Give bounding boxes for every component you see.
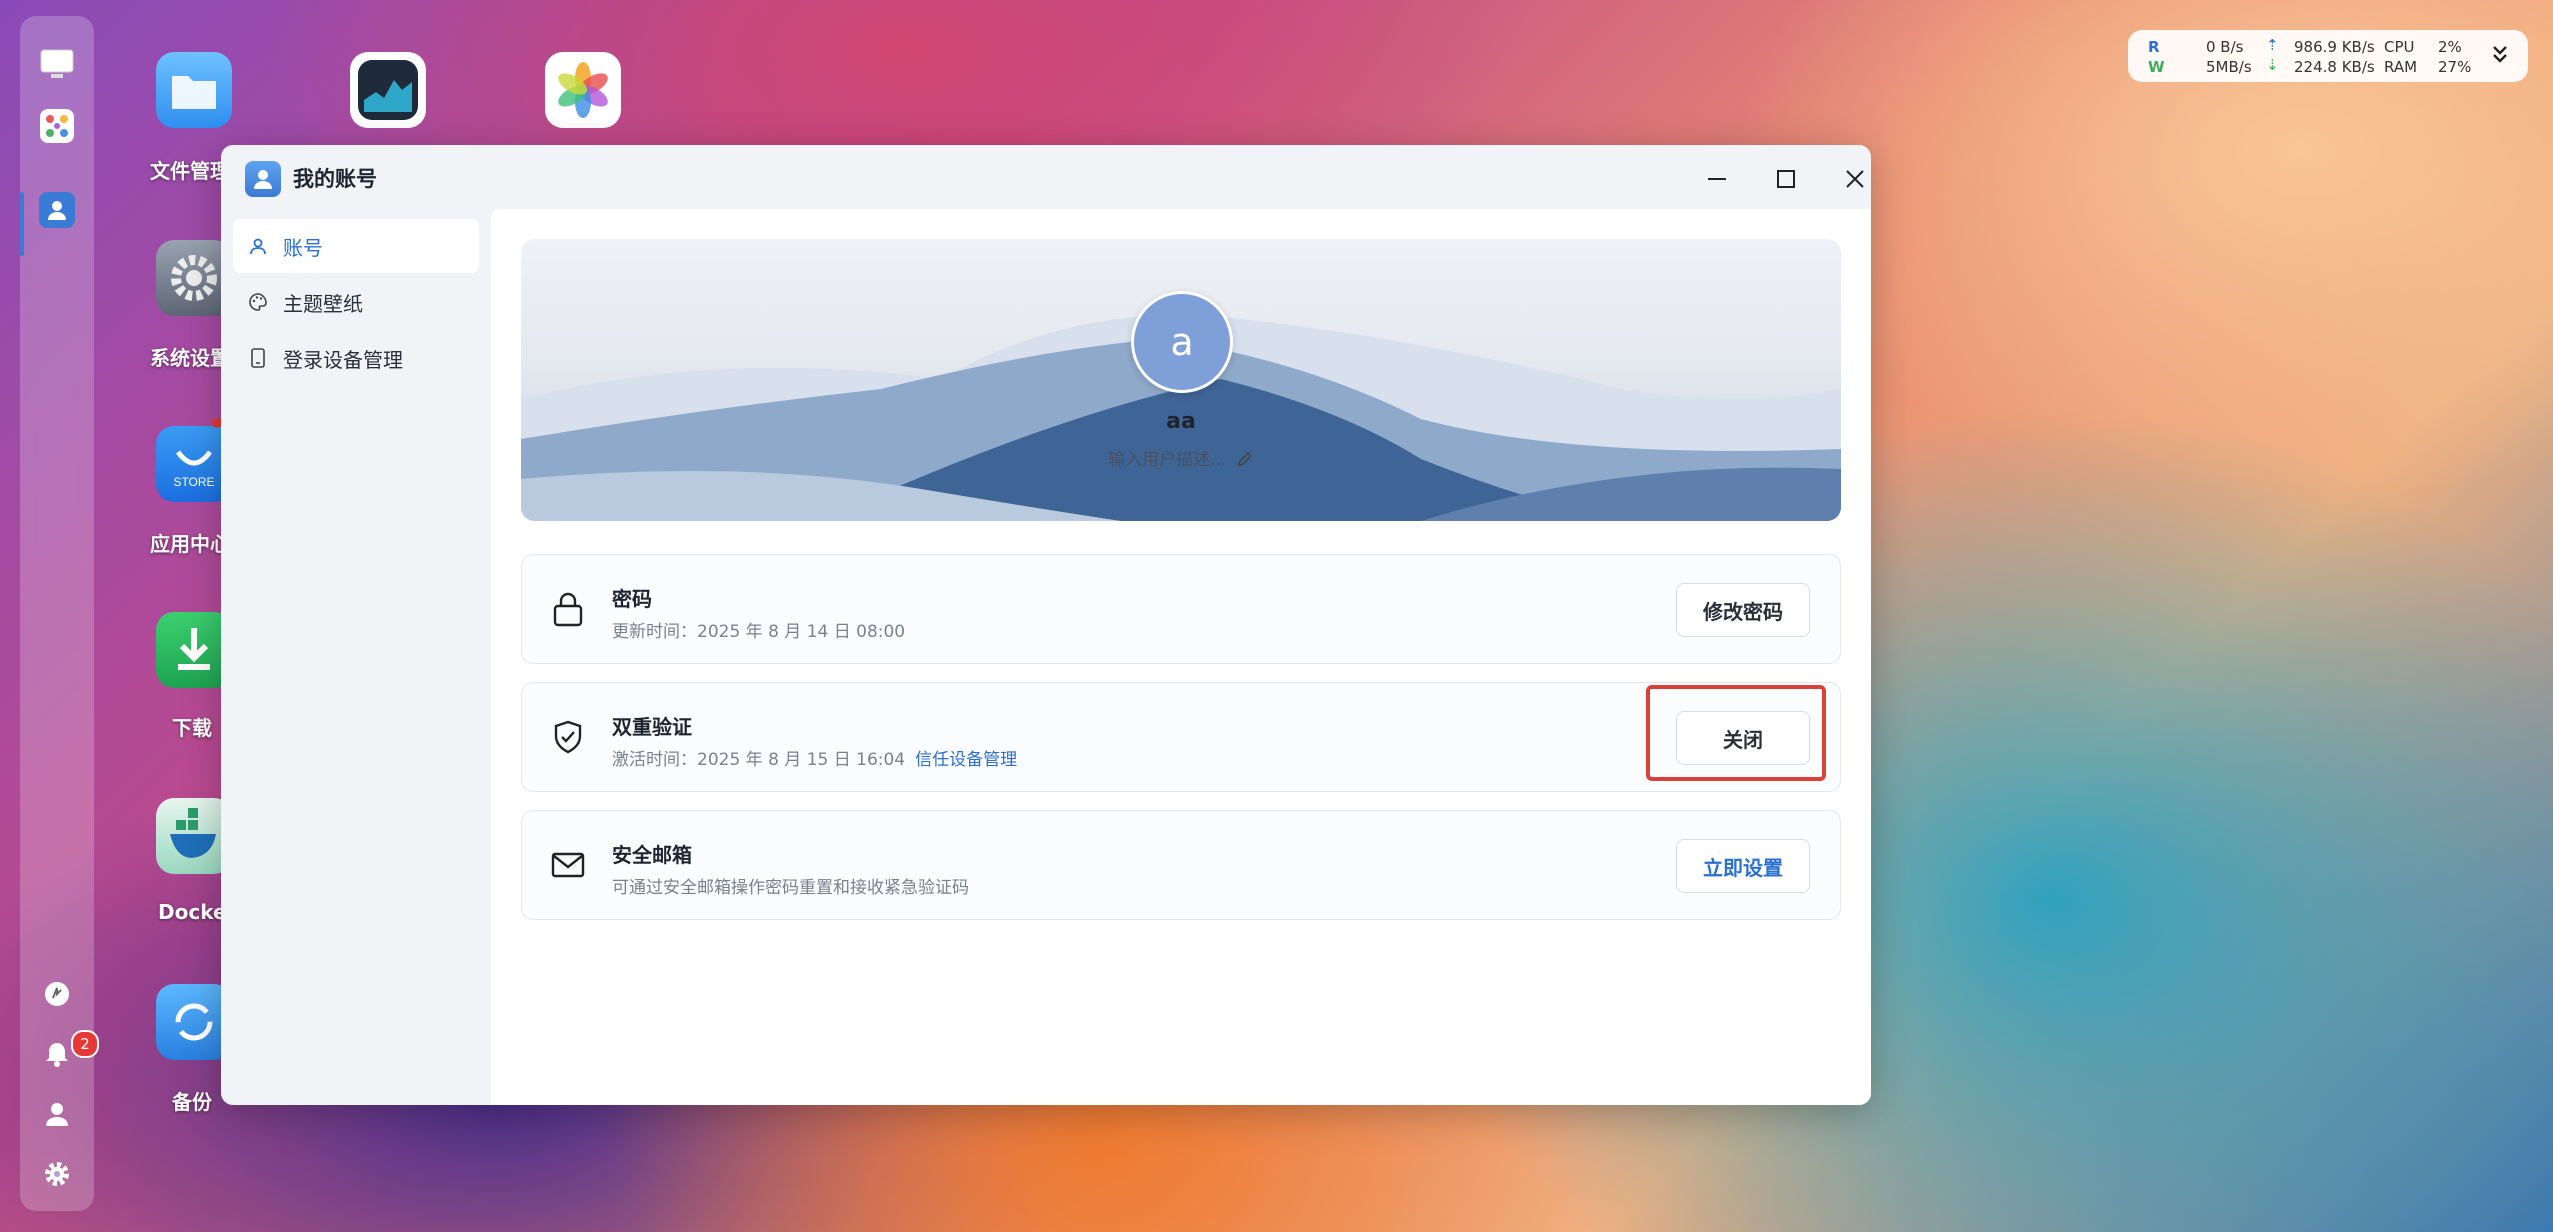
desktop-icon[interactable]	[39, 46, 75, 82]
sidebar-item-device-management[interactable]: 登录设备管理	[233, 331, 479, 385]
chevron-down-icon[interactable]	[2490, 42, 2510, 70]
photos-icon[interactable]	[545, 52, 621, 128]
card-title: 双重验证	[612, 715, 692, 739]
username: aa	[1166, 409, 1196, 434]
notification-bell-icon[interactable]: 2	[39, 1030, 99, 1072]
download-rate: 224.8 KB/s	[2294, 58, 2375, 76]
download-arrow-icon: ⇣	[2266, 56, 2279, 74]
trusted-devices-link[interactable]: 信任设备管理	[915, 750, 1017, 770]
sidebar-item-label: 主题壁纸	[283, 291, 363, 316]
password-card: 密码 更新时间：2025 年 8 月 14 日 08:00 修改密码	[521, 554, 1841, 664]
read-label: R	[2148, 38, 2160, 56]
minimize-button[interactable]	[1697, 159, 1737, 199]
write-label: W	[2148, 58, 2165, 76]
left-dock: 2	[20, 16, 99, 1211]
shield-check-icon	[548, 717, 588, 757]
avatar[interactable]: a	[1131, 291, 1233, 393]
mail-icon	[548, 845, 588, 885]
card-subtitle: 可通过安全邮箱操作密码重置和接收紧急验证码	[612, 878, 969, 898]
edit-icon[interactable]	[1232, 450, 1254, 470]
user-description-placeholder: 输入用户描述...	[1108, 450, 1227, 470]
maximize-button[interactable]	[1766, 159, 1806, 199]
settings-label: 系统设置	[150, 346, 230, 370]
cpu-value: 2%	[2438, 38, 2462, 56]
setup-email-button[interactable]: 立即设置	[1676, 839, 1810, 893]
card-title: 安全邮箱	[612, 843, 692, 867]
profile-banner: a aa 输入用户描述...	[521, 239, 1841, 521]
card-subtitle: 更新时间：2025 年 8 月 14 日 08:00	[612, 622, 906, 642]
app-launcher-icon[interactable]	[39, 108, 75, 144]
activity-monitor-icon[interactable]	[350, 52, 426, 128]
user-description[interactable]: 输入用户描述...	[521, 445, 1841, 470]
close-button[interactable]	[1835, 159, 1871, 199]
upload-rate: 986.9 KB/s	[2294, 38, 2375, 56]
active-indicator	[20, 192, 24, 256]
lock-icon	[548, 589, 588, 629]
ram-value: 27%	[2438, 58, 2472, 76]
sidebar-item-account[interactable]: 账号	[233, 219, 479, 273]
notification-badge: 2	[71, 1030, 99, 1058]
palette-icon	[247, 291, 269, 313]
settings-sidebar: 账号 主题壁纸 登录设备管理	[221, 209, 491, 1105]
gear-icon[interactable]	[39, 1156, 75, 1192]
user-icon	[247, 235, 269, 257]
cpu-label: CPU	[2384, 38, 2415, 56]
account-app-icon	[245, 161, 281, 197]
user-icon[interactable]	[39, 1096, 75, 1132]
card-subtitle-row: 激活时间：2025 年 8 月 15 日 16:04 信任设备管理	[612, 745, 1017, 770]
sidebar-item-theme-wallpaper[interactable]: 主题壁纸	[233, 275, 479, 329]
network-icon[interactable]	[39, 976, 75, 1012]
my-account-window: 我的账号 账号 主题壁纸 登录设备管理 a aa 输入用户描述... 密码 更新…	[221, 145, 1871, 1105]
card-subtitle: 激活时间：2025 年 8 月 15 日 16:04	[612, 750, 906, 770]
svg-text:STORE: STORE	[173, 475, 214, 489]
two-factor-card: 双重验证 激活时间：2025 年 8 月 15 日 16:04 信任设备管理 关闭	[521, 682, 1841, 792]
folder-label: 文件管理	[150, 159, 230, 183]
ram-label: RAM	[2384, 58, 2418, 76]
download-label: 下载	[172, 716, 212, 740]
phone-icon	[247, 347, 269, 369]
window-titlebar[interactable]: 我的账号	[221, 145, 1871, 209]
security-email-card: 安全邮箱 可通过安全邮箱操作密码重置和接收紧急验证码 立即设置	[521, 810, 1841, 920]
backup-label: 备份	[172, 1090, 212, 1114]
read-rate: 0 B/s	[2206, 38, 2244, 56]
store-label: 应用中心	[150, 532, 230, 556]
upload-arrow-icon: ⇡	[2266, 36, 2279, 54]
sidebar-item-label: 账号	[283, 235, 323, 260]
account-content: a aa 输入用户描述... 密码 更新时间：2025 年 8 月 14 日 0…	[491, 209, 1871, 1105]
window-title: 我的账号	[293, 167, 377, 191]
card-title: 密码	[612, 587, 652, 611]
account-app-icon[interactable]	[39, 192, 75, 228]
disable-2fa-button[interactable]: 关闭	[1676, 711, 1810, 765]
write-rate: 5MB/s	[2206, 58, 2252, 76]
folder-icon[interactable]	[156, 52, 232, 128]
sidebar-item-label: 登录设备管理	[283, 347, 403, 372]
system-monitor-widget[interactable]: R W 0 B/s 5MB/s ⇡ ⇣ 986.9 KB/s 224.8 KB/…	[2128, 30, 2528, 82]
change-password-button[interactable]: 修改密码	[1676, 583, 1810, 637]
